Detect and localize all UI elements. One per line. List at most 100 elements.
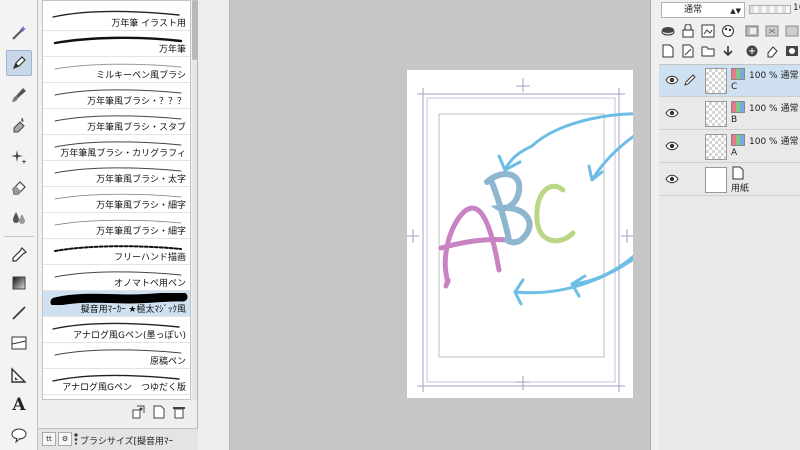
letter-b-stroke [484,171,533,246]
text-tool-glyph: A [12,395,26,415]
layer-thumbnail [705,68,727,94]
layer-action-buttons [659,42,799,62]
line-icon[interactable] [6,300,32,326]
canvas-area[interactable] [231,0,671,450]
gradient-icon[interactable] [6,270,32,296]
brush-list-item[interactable]: 万年筆風ブラシ・太字 [43,161,190,187]
brush-name: 万年筆 [158,45,186,55]
eye-icon[interactable] [665,173,679,185]
eye-icon[interactable] [665,107,679,119]
letter-c-stroke [534,183,576,244]
canvas-frame-guides [407,78,633,392]
brush-list-item[interactable]: フリーハンド描画 [43,239,190,265]
eraser-icon[interactable] [6,174,32,200]
tab-settings[interactable]: ⚙ [58,432,72,446]
brush-name: 万年筆風ブラシ・太字 [96,175,186,185]
palette-icon[interactable] [719,22,737,40]
brush-palette-tabs: tt ⚙ ブラシサイズ[擬音用ﾏｰ [38,428,198,450]
pen-icon [684,74,696,86]
mask-icon[interactable] [743,22,761,40]
brush-name: フリーハンド描画 [114,253,186,263]
layer-row[interactable]: 100 % 通常 B [659,98,800,130]
layer-color-icon [731,68,745,80]
layer-color-icon [731,101,745,113]
magic-wand-icon[interactable] [6,20,32,46]
copy-layer-icon[interactable] [783,22,800,40]
layer-thumbnail [705,101,727,127]
add-mask-icon[interactable] [743,42,761,60]
mask-toggle-icon[interactable] [783,42,800,60]
opacity-slider[interactable] [749,5,791,14]
layer-panel: 通常 ▲▼ 10 100 % 通常 C 100 % 通常 B 100 % 通常 A 用紙 [650,0,800,450]
brush-list-item[interactable]: 擬音用ﾏｰｶｰ ★極太ﾏｼﾞｯｸ風 [43,291,190,317]
blend-mode-select[interactable]: 通常 ▲▼ [661,2,745,18]
layer-opacity-mode: 100 % 通常 [749,137,799,147]
balloon-icon[interactable] [6,422,32,448]
canvas-paper[interactable] [407,70,671,398]
pen-icon[interactable] [6,50,32,76]
brush-name: 原稿ペン [149,357,186,367]
blend-drops-icon[interactable] [6,204,32,230]
palette-gutter [198,0,230,450]
layer-row[interactable]: 100 % 通常 C [659,65,800,97]
eraser-cursor-icon[interactable] [6,112,32,138]
eye-icon[interactable] [665,140,679,152]
brush-icon[interactable] [6,82,32,108]
blend-mode-value: 通常 [684,5,703,15]
text-icon[interactable]: A [6,392,32,418]
brush-list-item[interactable]: 万年筆風ブラシ・細字 [43,213,190,239]
clip-icon[interactable] [679,22,697,40]
divider [4,236,34,237]
layer-row[interactable]: 用紙 [659,164,800,196]
layer-list: 100 % 通常 C 100 % 通常 B 100 % 通常 A 用紙 [659,64,800,450]
copy-brush-icon[interactable] [132,405,146,422]
brush-list-item[interactable]: 万年筆風ブラシ・？？？ [43,83,190,109]
brush-list-item[interactable]: 万年筆 [43,31,190,57]
lock-alpha-icon[interactable] [763,22,781,40]
layer-thumbnail [705,167,727,193]
frame-icon[interactable] [6,330,32,356]
brush-list-item[interactable]: 万年筆風ブラシ・カリグラフィ [43,135,190,161]
sparkle-icon[interactable] [6,144,32,170]
new-vector-icon[interactable] [679,42,697,60]
lock-icon[interactable] [659,22,677,40]
new-page-icon[interactable] [659,42,677,60]
brush-list-footer [42,402,192,424]
brush-list-item[interactable]: アナログ風Gペン つゆだく版 [43,369,190,395]
brush-list-item[interactable]: アナログ風Gペン(墨っぽい) [43,317,190,343]
canvas-artwork [407,78,671,392]
brush-list-item[interactable]: 原稿ペン [43,343,190,369]
brush-list-scrollbar[interactable] [192,0,197,400]
tab-tool-property[interactable]: tt [42,432,56,446]
erase-mask-icon[interactable] [763,42,781,60]
new-brush-icon[interactable] [152,405,166,422]
brush-list-item[interactable]: ミルキーペン風ブラシ [43,57,190,83]
layer-color-icon [731,134,745,146]
eye-icon[interactable] [665,74,679,86]
scrollbar-thumb[interactable] [192,0,197,60]
brush-size-tab-label[interactable]: ブラシサイズ[擬音用ﾏｰ [80,434,173,447]
brush-name: 万年筆 イラスト用 [111,19,186,29]
brush-name: 万年筆風ブラシ・細字 [96,201,186,211]
ref-layer-icon[interactable] [699,22,717,40]
brush-name: アナログ風Gペン(墨っぽい) [73,331,186,341]
layer-row[interactable]: 100 % 通常 A [659,131,800,163]
ruler-icon[interactable] [6,362,32,388]
layer-property-buttons [659,22,799,42]
eyedropper-icon[interactable] [6,242,32,268]
layer-opacity-mode: 100 % 通常 [749,71,799,81]
tool-bar: A [0,0,38,450]
brush-list-item[interactable]: 万年筆風ブラシ・スタブ [43,109,190,135]
brush-size-icon [74,433,78,445]
delete-brush-icon[interactable] [172,405,186,422]
layer-opacity-mode: 100 % 通常 [749,104,799,114]
brush-name: 万年筆風ブラシ・スタブ [87,123,186,133]
new-folder-icon[interactable] [699,42,717,60]
merge-down-icon[interactable] [719,42,737,60]
brush-list-item[interactable]: 万年筆風ブラシ・細字 [43,187,190,213]
sub-tool-panel: 万年筆 イラスト用万年筆ミルキーペン風ブラシ万年筆風ブラシ・？？？ 万年筆風ブラシ… [38,0,198,450]
brush-name: 擬音用ﾏｰｶｰ ★極太ﾏｼﾞｯｸ風 [80,305,186,315]
brush-list-item[interactable]: オノマトペ用ペン [43,265,190,291]
brush-name: ミルキーペン風ブラシ [96,71,186,81]
brush-list-item[interactable]: 万年筆 イラスト用 [43,5,190,31]
